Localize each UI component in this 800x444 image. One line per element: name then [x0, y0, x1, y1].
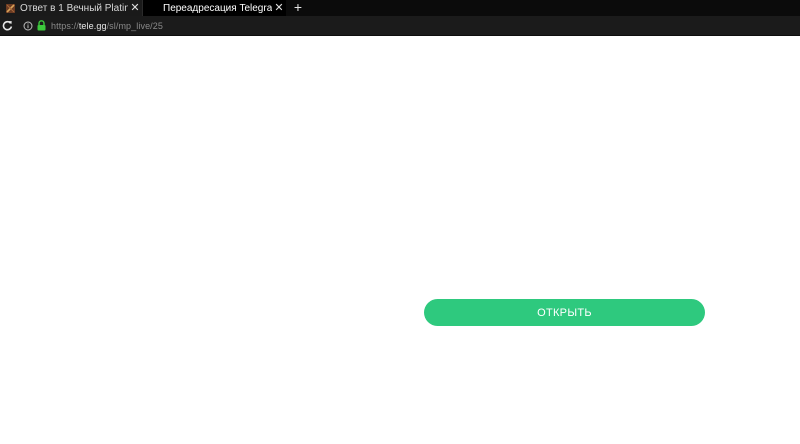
- url-path: /sl/mp_live/25: [106, 20, 163, 31]
- tab-platinum[interactable]: Ответ в 1 Вечный Platinum ✕: [0, 0, 143, 16]
- address-bar: https://tele.gg/sl/mp_live/25: [0, 16, 800, 36]
- tab-title: Ответ в 1 Вечный Platinum: [20, 2, 128, 14]
- close-icon[interactable]: ✕: [128, 0, 142, 16]
- url-host: tele.gg: [78, 20, 107, 31]
- game-favicon-icon: [6, 3, 15, 13]
- tab-telegram-redirect[interactable]: Переадресация Telegram ✕: [143, 0, 286, 16]
- close-icon[interactable]: ✕: [272, 0, 286, 16]
- info-icon[interactable]: [22, 20, 33, 31]
- url-prefix: https://: [51, 20, 79, 31]
- tab-strip: Ответ в 1 Вечный Platinum ✕ Переадресаци…: [0, 0, 800, 16]
- tab-title: Переадресация Telegram: [163, 2, 272, 14]
- page-content: ОТКРЫТЬ: [0, 36, 800, 444]
- reload-icon[interactable]: [0, 19, 14, 33]
- lock-icon[interactable]: [36, 20, 47, 31]
- open-button[interactable]: ОТКРЫТЬ: [424, 299, 705, 326]
- url-field[interactable]: https://tele.gg/sl/mp_live/25: [51, 21, 163, 31]
- new-tab-button[interactable]: +: [288, 0, 308, 16]
